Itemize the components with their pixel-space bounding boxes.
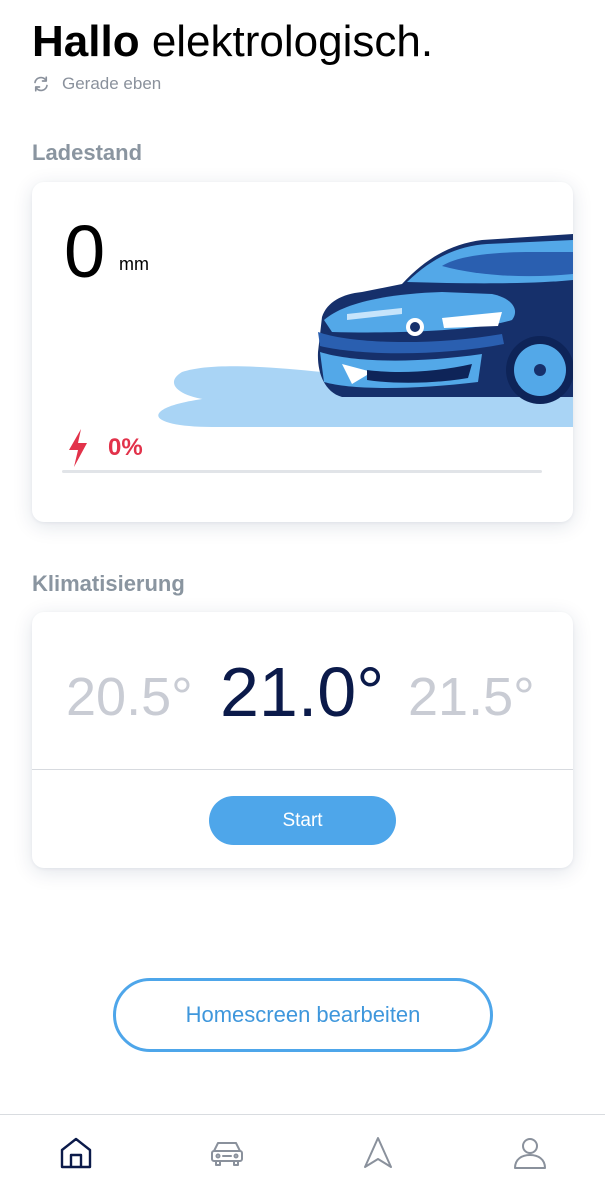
temperature-next[interactable]: 21.5° [408,666,535,728]
nav-tab-navigation[interactable] [358,1133,398,1173]
car-illustration [158,234,573,427]
card-divider [32,769,573,770]
refresh-status[interactable]: Gerade eben [32,72,161,96]
lightning-bolt-icon [69,429,87,467]
battery-card[interactable]: 0 mm 0% [32,182,573,522]
car-icon [211,1142,243,1166]
climate-section-title: Klimatisierung [32,571,185,596]
start-climate-button[interactable]: Start [209,796,396,845]
climate-card: 20.5° 21.0° 21.5° Start [32,612,573,868]
refresh-icon [34,76,48,92]
temperature-current[interactable]: 21.0° [220,652,384,732]
profile-icon [514,1138,546,1169]
refresh-status-label: Gerade eben [62,74,162,93]
greeting-hello: Hallo [32,17,140,66]
navigation-arrow-icon [364,1137,392,1168]
charge-progress-bar [62,470,542,473]
temperature-selector[interactable]: 20.5° 21.0° 21.5° [32,652,573,742]
nav-tab-vehicle[interactable] [207,1133,247,1173]
nav-tab-profile[interactable] [510,1133,550,1173]
home-icon [60,1137,92,1169]
edit-homescreen-button[interactable]: Homescreen bearbeiten [113,978,493,1052]
range-unit: mm [119,254,149,274]
greeting-title: Hallo elektrologisch. [32,14,433,70]
greeting-username: elektrologisch. [151,17,434,66]
temperature-previous[interactable]: 20.5° [66,666,193,728]
battery-section-title: Ladestand [32,140,143,165]
nav-tab-home[interactable] [56,1133,96,1173]
charge-percent: 0% [108,434,143,461]
charge-status: 0% [66,428,143,468]
range-value: 0 [64,210,106,293]
bottom-navigation [0,1114,605,1201]
